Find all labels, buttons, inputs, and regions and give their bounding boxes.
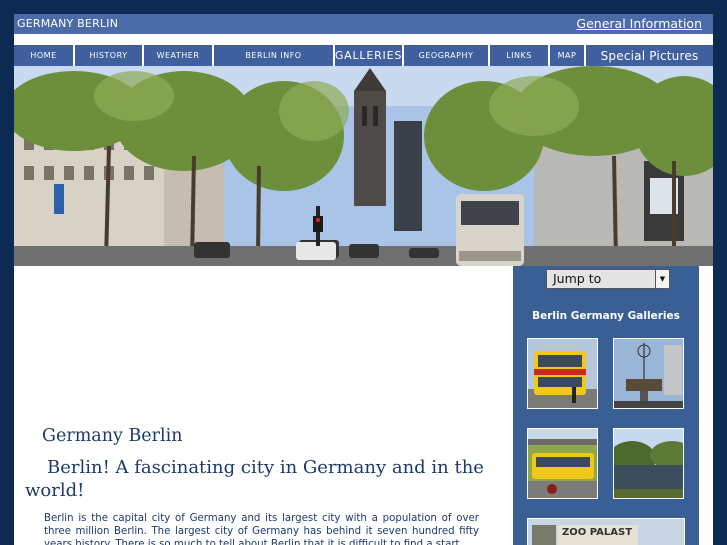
gallery-thumb-tram[interactable]: [527, 428, 598, 499]
intro-paragraph: Berlin is the capital city of Germany an…: [44, 513, 479, 545]
jump-to-select[interactable]: Jump to ▼: [546, 269, 670, 289]
nav-links[interactable]: LINKS: [490, 45, 550, 66]
nav-history[interactable]: HISTORY: [75, 45, 144, 66]
nav-special-pictures[interactable]: Special Pictures: [586, 45, 713, 66]
header-strip: [14, 34, 713, 45]
chevron-down-icon[interactable]: ▼: [655, 270, 669, 288]
main-content: Germany Berlin Berlin! A fascinating cit…: [14, 266, 513, 545]
gallery-thumb-world-clock[interactable]: [613, 338, 684, 409]
gallery-thumb-lake[interactable]: [613, 428, 684, 499]
page-title: Germany Berlin: [42, 426, 183, 446]
nav-weather[interactable]: WEATHER: [144, 45, 214, 66]
hero-photo-kurfuerstendamm: [14, 66, 713, 266]
page-subtitle: Berlin! A fascinating city in Germany an…: [25, 457, 484, 501]
top-bar: GERMANY BERLIN General Information: [14, 14, 713, 34]
site-title: GERMANY BERLIN: [17, 17, 119, 30]
nav-berlin-info[interactable]: BERLIN INFO: [214, 45, 335, 66]
gallery-thumb-zoo-palast[interactable]: ZOO PALAST: [527, 518, 685, 545]
main-nav: HOME HISTORY WEATHER BERLIN INFO GALLERI…: [14, 45, 713, 66]
galleries-title: Berlin Germany Galleries: [532, 310, 680, 322]
right-edge: [699, 266, 713, 545]
sidebar: Jump to ▼ Berlin Germany Galleries ZOO P…: [513, 266, 699, 545]
zoo-palast-sign: ZOO PALAST: [562, 527, 633, 538]
nav-home[interactable]: HOME: [14, 45, 75, 66]
gallery-thumb-bus[interactable]: [527, 338, 598, 409]
nav-geography[interactable]: GEOGRAPHY: [404, 45, 490, 66]
jump-to-label: Jump to: [553, 271, 602, 286]
nav-map[interactable]: MAP: [550, 45, 586, 66]
nav-galleries[interactable]: GALLERIES: [335, 45, 404, 66]
general-information-link[interactable]: General Information: [576, 16, 702, 31]
